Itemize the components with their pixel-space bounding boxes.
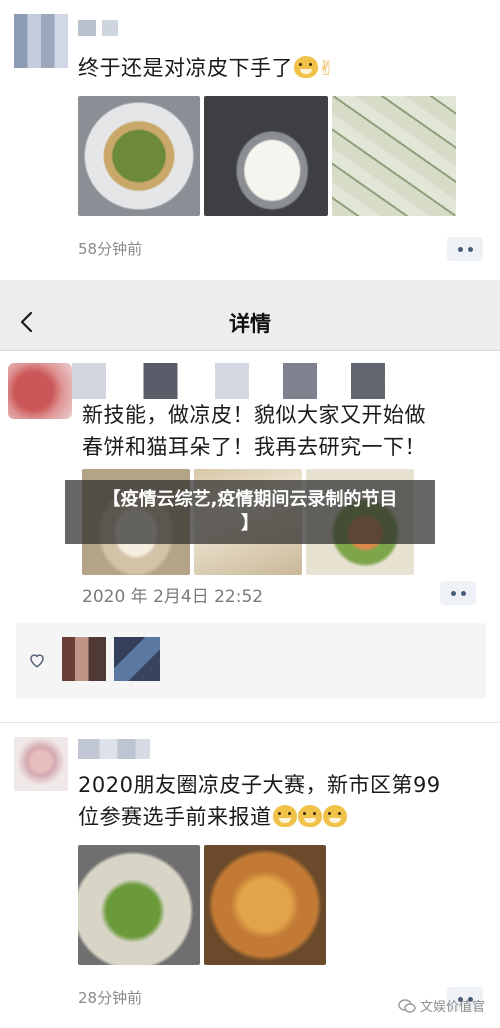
gap-bar [0,280,500,294]
post-image[interactable] [204,845,326,965]
username-blurred[interactable] [78,20,118,36]
post-time: 28分钟前 [78,989,143,1007]
post-image[interactable] [78,96,200,216]
nav-header: 详情 [0,294,500,351]
username-blurred[interactable] [78,739,150,759]
liker-avatar[interactable] [114,637,160,681]
watermark: 文娱价值官 [398,996,485,1015]
avatar[interactable] [14,737,68,791]
doge-emoji-icon [294,56,318,78]
banner-line-2: 】 [241,513,259,534]
post-time: 58分钟前 [78,240,143,258]
title-banner: 【疫情云综艺,疫情期间云录制的节目 】 [65,480,435,544]
avatar[interactable] [14,14,68,68]
post-image[interactable] [78,845,200,965]
post-3: 2020朋友圈凉皮子大赛，新市区第99 位参赛选手前来报道 28分钟前 [0,723,500,1028]
likes-area [16,623,486,699]
more-dots-icon [457,246,463,252]
wechat-icon [398,998,416,1013]
post-text: 新技能，做凉皮！貌似大家又开始做 春饼和猫耳朵了！我再去研究一下！ [82,403,426,459]
liker-avatar[interactable] [62,637,106,681]
banner-line-1: 【疫情云综艺,疫情期间云录制的节目 [102,489,398,510]
victory-hand-icon: ✌ [318,56,336,80]
more-dots-icon [450,590,456,596]
page-title: 详情 [229,312,271,336]
post-image[interactable] [332,96,456,216]
post-1: 终于还是对凉皮下手了 ✌ 58分钟前 [0,0,500,280]
username-blurred[interactable] [72,363,412,399]
avatar[interactable] [8,363,72,419]
doge-emoji-icon [322,805,347,827]
post-image[interactable] [204,96,328,216]
post-text: 2020朋友圈凉皮子大赛，新市区第99 位参赛选手前来报道 [78,773,441,829]
more-button[interactable] [447,237,483,261]
post-text: 终于还是对凉皮下手了 ✌ [78,52,335,84]
more-button[interactable] [440,581,476,605]
post-time: 2020 年 2月4日 22:52 [82,587,264,607]
watermark-text: 文娱价值官 [420,1000,486,1015]
doge-emoji-icon [297,805,322,827]
like-heart-icon [30,654,44,668]
doge-emoji-icon [272,805,297,827]
